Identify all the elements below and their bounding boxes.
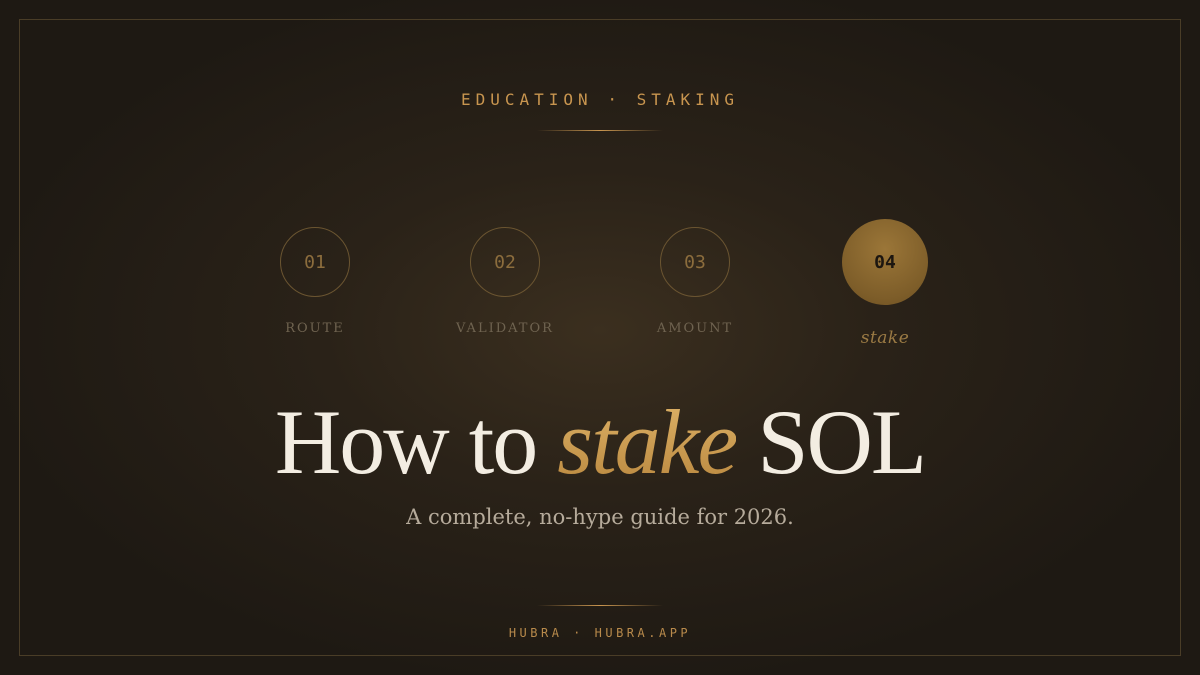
title-after: SOL bbox=[736, 391, 927, 493]
step-1-circle: 01 bbox=[280, 227, 350, 297]
step-1-label: ROUTE bbox=[285, 321, 345, 336]
step-4-circle-active: 04 bbox=[842, 219, 928, 305]
step-2-label: VALIDATOR bbox=[456, 321, 554, 336]
title-accent: stake bbox=[557, 391, 738, 493]
step-3-circle: 03 bbox=[660, 227, 730, 297]
step-3-label: AMOUNT bbox=[656, 321, 734, 336]
step-indicator: 01 ROUTE 02 VALIDATOR 03 AMOUNT 04 stake bbox=[0, 0, 1200, 675]
subtitle: A complete, no-hype guide for 2026. bbox=[406, 505, 794, 529]
page-title: How to stake SOL bbox=[0, 392, 1200, 492]
footer-brand: HUBRA · HUBRA.APP bbox=[508, 626, 692, 640]
step-4-label-active: stake bbox=[860, 328, 910, 348]
step-2-circle: 02 bbox=[470, 227, 540, 297]
title-before: How to bbox=[274, 391, 558, 493]
bottom-divider bbox=[537, 605, 663, 606]
slide-canvas: EDUCATION · STAKING 01 ROUTE 02 VALIDATO… bbox=[0, 0, 1200, 675]
